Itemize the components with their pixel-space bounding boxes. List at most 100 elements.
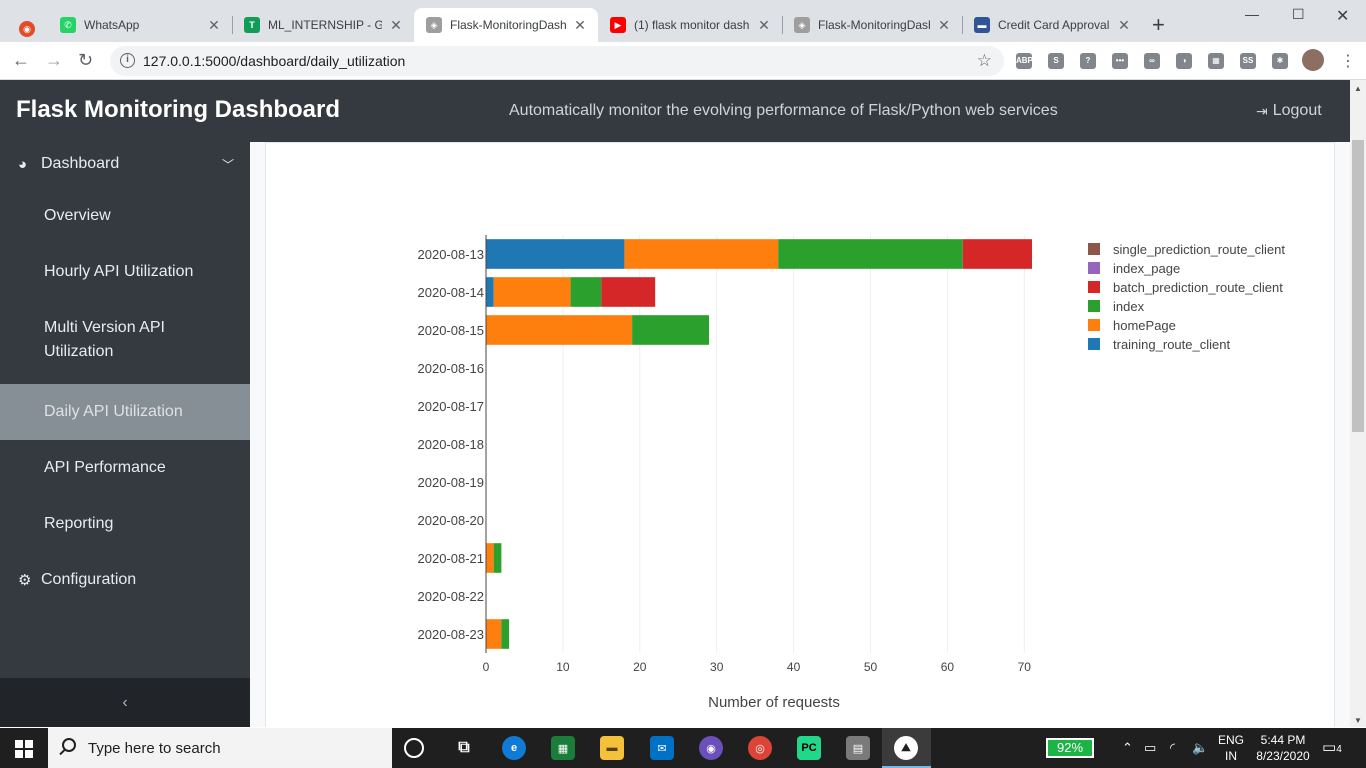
notification-center-icon[interactable]: ▭4 xyxy=(1322,738,1342,756)
legend-label: training_route_client xyxy=(1113,337,1230,352)
sidebar-item[interactable]: Multi Version API Utilization xyxy=(0,300,250,384)
address-bar[interactable]: i 127.0.0.1:5000/dashboard/daily_utiliza… xyxy=(110,46,1004,76)
tab-favicon-icon: ▶ xyxy=(610,17,626,33)
app-icon: ◉ xyxy=(19,21,35,37)
app-window-icon[interactable]: ▤ xyxy=(846,736,870,760)
browser-toolbar: ← → ↻ i 127.0.0.1:5000/dashboard/daily_u… xyxy=(0,42,1366,80)
extension-icon[interactable]: ▦ xyxy=(1208,53,1224,69)
legend-label: single_prediction_route_client xyxy=(1113,242,1285,257)
y-tick-label: 2020-08-20 xyxy=(418,513,485,528)
browser-tab[interactable]: ◈ Flask-MonitoringDash ✕ xyxy=(414,8,598,42)
new-tab-button[interactable]: + xyxy=(1152,14,1165,36)
windows-taskbar: Type here to search ⧉ e ▦ ▬ ✉ ◉ ◎ PC ▤ ⛰… xyxy=(0,728,1366,768)
tab-title: Credit Card Approval xyxy=(998,18,1110,32)
clock-date: 8/23/2020 xyxy=(1256,749,1310,763)
page-title[interactable]: Flask Monitoring Dashboard xyxy=(16,96,340,124)
top-navbar: Flask Monitoring Dashboard Automatically… xyxy=(0,80,1350,142)
extension-icon[interactable]: ✱ xyxy=(1272,53,1288,69)
file-explorer-icon[interactable]: ▬ xyxy=(600,736,624,760)
legend-label: index xyxy=(1113,299,1145,314)
x-tick-label: 10 xyxy=(556,660,570,674)
tab-close-icon[interactable]: ✕ xyxy=(756,17,772,34)
active-taskbar-app[interactable]: ⛰ xyxy=(882,728,931,768)
y-tick-label: 2020-08-13 xyxy=(418,247,485,262)
chrome-icon[interactable]: ◎ xyxy=(748,736,772,760)
browser-app-icon[interactable]: ◉ xyxy=(10,12,44,46)
extension-icon[interactable]: ∞ xyxy=(1144,53,1160,69)
close-window-button[interactable]: ✕ xyxy=(1336,6,1349,26)
logout-button[interactable]: ⇥ Logout xyxy=(1256,102,1322,120)
cortana-icon[interactable] xyxy=(404,738,424,758)
bookmark-star-icon[interactable]: ☆ xyxy=(977,51,992,71)
browser-tab[interactable]: ▶ (1) flask monitor dashb ✕ xyxy=(598,8,782,42)
tab-title: (1) flask monitor dashb xyxy=(634,18,750,32)
volume-icon[interactable]: 🔈 xyxy=(1192,740,1208,756)
scroll-up-arrow[interactable]: ▲ xyxy=(1354,84,1362,93)
task-view-icon[interactable]: ⧉ xyxy=(452,736,476,760)
legend-swatch xyxy=(1088,281,1100,293)
legend-swatch xyxy=(1088,300,1100,312)
tray-expand-icon[interactable]: ⌃ xyxy=(1122,740,1133,756)
sidebar-item[interactable]: API Performance xyxy=(0,440,250,496)
profile-avatar[interactable] xyxy=(1302,49,1324,71)
sidebar-dashboard-toggle[interactable]: ◕ Dashboard ﹀ xyxy=(0,142,250,186)
sidebar-item[interactable]: Overview xyxy=(0,188,250,244)
tab-close-icon[interactable]: ✕ xyxy=(206,17,222,34)
extension-icon[interactable]: S xyxy=(1048,53,1064,69)
language-indicator[interactable]: ENG IN xyxy=(1216,732,1246,764)
github-icon[interactable]: ◉ xyxy=(699,736,723,760)
sidebar-item[interactable]: Reporting xyxy=(0,496,250,552)
sidebar-configuration[interactable]: ⚙ Configuration xyxy=(0,558,250,602)
start-button[interactable] xyxy=(15,740,33,758)
legend-swatch xyxy=(1088,338,1100,350)
browser-tab[interactable]: T ML_INTERNSHIP - Goo ✕ xyxy=(232,8,414,42)
tab-favicon-icon: T xyxy=(244,17,260,33)
tab-close-icon[interactable]: ✕ xyxy=(388,17,404,34)
tab-close-icon[interactable]: ✕ xyxy=(936,17,952,34)
scroll-down-arrow[interactable]: ▼ xyxy=(1354,716,1362,725)
edge-icon[interactable]: e xyxy=(502,736,526,760)
y-tick-label: 2020-08-23 xyxy=(418,627,485,642)
reload-button[interactable]: ↻ xyxy=(78,50,93,70)
x-tick-label: 70 xyxy=(1018,660,1032,674)
extension-icon[interactable]: ◑ xyxy=(1176,53,1192,69)
tab-favicon-icon: ◈ xyxy=(426,17,442,33)
tab-close-icon[interactable]: ✕ xyxy=(1116,17,1132,34)
browser-tab[interactable]: ◈ Flask-MonitoringDash ✕ xyxy=(782,8,962,42)
forward-button[interactable]: → xyxy=(45,50,63,70)
minimize-button[interactable]: — xyxy=(1245,6,1259,22)
sidebar-item[interactable]: Daily API Utilization xyxy=(0,384,250,440)
pycharm-icon[interactable]: PC xyxy=(797,736,821,760)
wifi-icon[interactable]: ◜ xyxy=(1170,740,1175,756)
sign-out-icon: ⇥ xyxy=(1256,102,1268,119)
store-icon[interactable]: ▦ xyxy=(551,736,575,760)
browser-tab[interactable]: ✆ WhatsApp ✕ xyxy=(48,8,232,42)
extension-icon[interactable]: ? xyxy=(1080,53,1096,69)
scroll-thumb[interactable] xyxy=(1352,140,1364,432)
power-icon[interactable]: ▭ xyxy=(1144,740,1156,756)
taskbar-clock[interactable]: 5:44 PM 8/23/2020 xyxy=(1253,732,1313,764)
sidebar-item[interactable]: Hourly API Utilization xyxy=(0,244,250,300)
legend-label: homePage xyxy=(1113,318,1176,333)
extension-icon[interactable]: ••• xyxy=(1112,53,1128,69)
y-tick-label: 2020-08-21 xyxy=(418,551,485,566)
maximize-button[interactable]: ☐ xyxy=(1292,6,1305,23)
taskbar-search[interactable]: Type here to search xyxy=(48,728,392,768)
extension-icon[interactable]: ABP xyxy=(1016,53,1033,69)
tab-close-icon[interactable]: ✕ xyxy=(572,17,588,34)
tagline: Automatically monitor the evolving perfo… xyxy=(509,102,1058,119)
daily-utilization-chart: 2020-08-13 2020-08-14 2020-08-15 2020-08-16… xyxy=(418,235,1285,711)
extension-icon[interactable]: SS xyxy=(1240,53,1256,69)
site-info-icon[interactable]: i xyxy=(120,53,135,68)
bar-segment xyxy=(624,239,779,269)
battery-indicator[interactable]: 92% xyxy=(1046,738,1094,758)
x-tick-label: 50 xyxy=(864,660,878,674)
browser-menu-icon[interactable]: ⋮ xyxy=(1340,51,1356,71)
page-scrollbar[interactable]: ▲ ▼ xyxy=(1350,80,1366,727)
browser-tab[interactable]: ▬ Credit Card Approval ✕ xyxy=(962,8,1142,42)
y-tick-label: 2020-08-14 xyxy=(418,285,485,300)
back-button[interactable]: ← xyxy=(12,50,30,70)
y-tick-label: 2020-08-18 xyxy=(418,437,485,452)
sidebar-collapse-button[interactable]: ‹ xyxy=(0,678,250,727)
mail-icon[interactable]: ✉ xyxy=(650,736,674,760)
